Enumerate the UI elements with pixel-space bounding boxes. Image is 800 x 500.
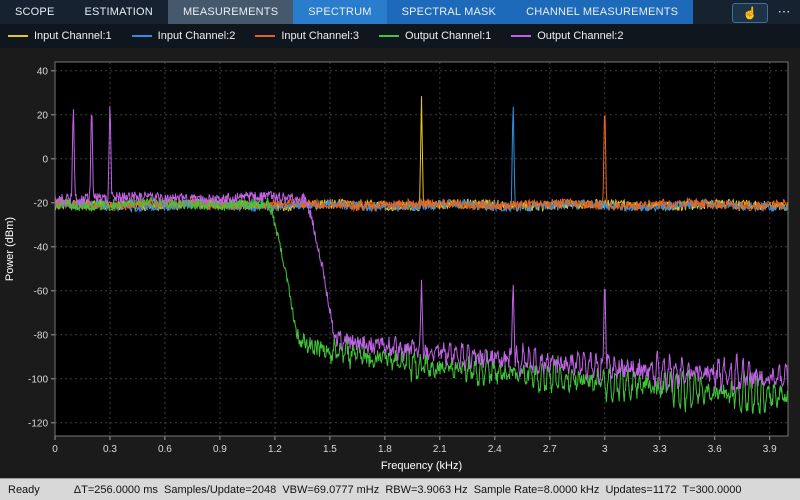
svg-text:1.2: 1.2	[268, 444, 282, 455]
svg-text:-80: -80	[34, 330, 49, 341]
svg-text:2.4: 2.4	[488, 444, 502, 455]
status-measurements: ΔT=256.0000 ms Samples/Update=2048 VBW=6…	[73, 483, 742, 496]
tab-channel-measurements[interactable]: CHANNEL MEASUREMENTS	[511, 0, 693, 24]
svg-text:3.3: 3.3	[653, 444, 667, 455]
legend-swatch	[379, 35, 400, 37]
legend-label: Output Channel:2	[537, 30, 624, 42]
svg-text:-40: -40	[34, 242, 49, 253]
tab-measurements[interactable]: MEASUREMENTS	[167, 0, 294, 24]
svg-text:40: 40	[37, 66, 49, 77]
pointer-hand-icon: ☝	[742, 6, 758, 20]
tab-scope[interactable]: SCOPE	[0, 0, 70, 24]
spectrum-plot[interactable]: 0 0.3 0.6 0.9 1.2 1.5 1.8 2.1 2.4 2.7 3 3.3 3.6 3.9 40…	[0, 48, 800, 478]
svg-text:0.3: 0.3	[103, 444, 117, 455]
svg-text:0: 0	[42, 154, 48, 165]
legend-swatch	[255, 35, 276, 37]
legend-swatch	[511, 35, 532, 37]
svg-text:0.9: 0.9	[213, 444, 227, 455]
status-ready: Ready	[8, 483, 40, 496]
svg-text:-100: -100	[28, 374, 48, 385]
tab-spectrum[interactable]: SPECTRUM	[293, 0, 387, 24]
context-tab-group: SPECTRUM SPECTRAL MASK CHANNEL MEASUREME…	[293, 0, 694, 24]
legend-item[interactable]: Input Channel:3	[255, 30, 359, 42]
svg-text:20: 20	[37, 110, 49, 121]
legend-bar: Input Channel:1 Input Channel:2 Input Chan…	[0, 24, 800, 48]
legend-item[interactable]: Input Channel:2	[131, 30, 236, 42]
status-bar: Ready ΔT=256.0000 ms Samples/Update=2048…	[0, 478, 800, 500]
tab-spectral-mask[interactable]: SPECTRAL MASK	[387, 0, 512, 24]
toolbar: SCOPE ESTIMATION MEASUREMENTS SPECTRUM S…	[0, 0, 800, 24]
legend-label: Input Channel:2	[157, 30, 236, 42]
svg-text:1.5: 1.5	[323, 444, 337, 455]
svg-text:3: 3	[602, 444, 608, 455]
pointer-tool-button[interactable]: ☝	[732, 3, 768, 23]
svg-text:-60: -60	[34, 286, 49, 297]
svg-text:0: 0	[52, 444, 58, 455]
svg-text:3.6: 3.6	[708, 444, 722, 455]
legend-swatch	[131, 35, 152, 37]
legend-label: Input Channel:1	[34, 30, 112, 42]
spectrum-canvas[interactable]: 0 0.3 0.6 0.9 1.2 1.5 1.8 2.1 2.4 2.7 3 3.3 3.6 3.9 40…	[0, 48, 800, 478]
svg-text:Frequency (kHz): Frequency (kHz)	[381, 460, 462, 472]
svg-text:3.9: 3.9	[763, 444, 777, 455]
svg-text:1.8: 1.8	[378, 444, 392, 455]
svg-text:2.7: 2.7	[543, 444, 557, 455]
legend-item[interactable]: Input Channel:1	[8, 30, 112, 42]
legend-label: Output Channel:1	[405, 30, 492, 42]
svg-text:2.1: 2.1	[433, 444, 447, 455]
legend-swatch	[8, 35, 28, 37]
tab-estimation[interactable]: ESTIMATION	[70, 0, 168, 24]
more-options-button[interactable]: ⋯	[772, 0, 796, 24]
legend-label: Input Channel:3	[281, 30, 360, 42]
svg-text:Power (dBm): Power (dBm)	[4, 217, 16, 281]
legend-item[interactable]: Output Channel:2	[511, 30, 623, 42]
svg-text:-20: -20	[34, 198, 49, 209]
legend-item[interactable]: Output Channel:1	[379, 30, 491, 42]
svg-text:0.6: 0.6	[158, 444, 172, 455]
svg-text:-120: -120	[28, 418, 48, 429]
